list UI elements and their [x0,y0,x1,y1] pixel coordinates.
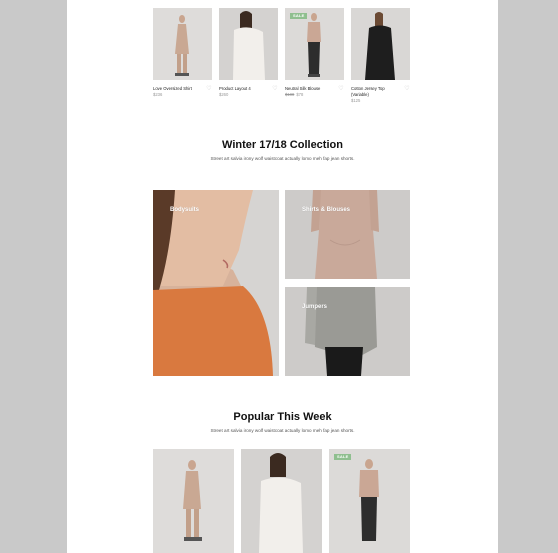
collection-title: Winter 17/18 Collection [222,139,343,151]
heart-icon[interactable]: ♡ [404,86,410,92]
sale-badge: SALE [334,454,352,460]
product-name[interactable]: Neutral Silk Blouse [285,86,320,91]
category-tile-bodysuits[interactable]: Bodysuits [153,190,279,376]
model-figure [285,190,410,279]
product-name[interactable]: Cotton Jersey Top [351,86,385,91]
heart-icon[interactable]: ♡ [338,86,344,92]
sale-badge: SALE [290,13,308,19]
product-image[interactable]: SALE [285,8,344,80]
heart-icon[interactable]: ♡ [206,86,212,92]
old-price: $188 [285,92,295,97]
product-price: $188 $78 [285,92,303,97]
model-figure [285,287,410,376]
price-value: $260 [219,92,229,97]
model-portrait [153,190,279,376]
model-figure [241,449,322,553]
product-image[interactable] [219,8,278,80]
product-image[interactable]: SALE [329,449,410,553]
model-figure [351,8,410,80]
model-figure [153,449,234,553]
product-image[interactable] [153,449,234,553]
product-name-line2: (Variable) [351,92,369,97]
category-tile-shirts-blouses[interactable]: Shirts & Blouses [285,190,410,279]
product-price: $260 [219,92,228,97]
model-figure [153,8,212,80]
heart-icon[interactable]: ♡ [272,86,278,92]
product-price: $125 [351,98,360,103]
collection-subtitle: Street art salvia irony wolf waistcoat a… [210,156,355,161]
price-value: $78 [296,92,304,97]
price-value: $125 [351,98,361,103]
product-page: Love Oversized Shirt $236 ♡ Product Layo… [67,0,498,553]
category-tile-jumpers[interactable]: Jumpers [285,287,410,376]
popular-title: Popular This Week [233,411,332,423]
product-image[interactable] [351,8,410,80]
product-image[interactable] [153,8,212,80]
product-image[interactable] [241,449,322,553]
category-label: Shirts & Blouses [302,207,351,213]
product-name[interactable]: Love Oversized Shirt [153,86,192,91]
model-figure [329,449,410,553]
category-label: Jumpers [302,304,328,310]
popular-subtitle: Street art salvia irony wolf waistcoat a… [210,428,355,433]
category-label: Bodysuits [170,207,200,213]
model-figure [219,8,278,80]
product-name[interactable]: Product Layout 4 [219,86,251,91]
price-value: $236 [153,92,163,97]
product-price: $236 [153,92,162,97]
